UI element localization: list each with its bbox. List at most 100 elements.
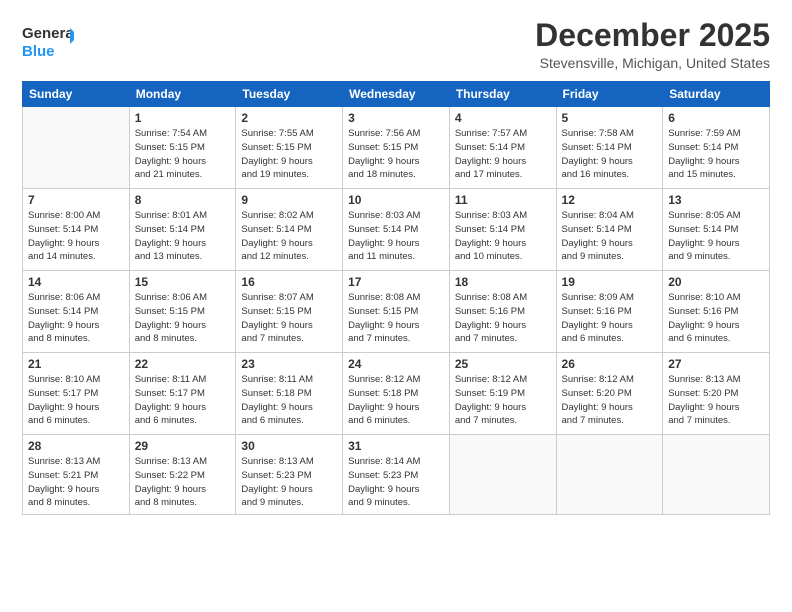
day-info: Sunrise: 8:12 AMSunset: 5:19 PMDaylight:… — [455, 373, 551, 428]
day-number: 20 — [668, 275, 764, 289]
day-number: 28 — [28, 439, 124, 453]
calendar-cell — [449, 435, 556, 515]
day-info: Sunrise: 8:13 AMSunset: 5:23 PMDaylight:… — [241, 455, 337, 510]
day-number: 9 — [241, 193, 337, 207]
calendar-cell: 7 Sunrise: 8:00 AMSunset: 5:14 PMDaylight… — [23, 189, 130, 271]
month-title: December 2025 — [535, 18, 770, 53]
calendar-cell: 14 Sunrise: 8:06 AMSunset: 5:14 PMDayligh… — [23, 271, 130, 353]
weekday-header-wednesday: Wednesday — [343, 82, 450, 107]
calendar-cell — [663, 435, 770, 515]
week-row-2: 7 Sunrise: 8:00 AMSunset: 5:14 PMDaylight… — [23, 189, 770, 271]
day-info: Sunrise: 8:12 AMSunset: 5:18 PMDaylight:… — [348, 373, 444, 428]
day-number: 19 — [562, 275, 658, 289]
calendar-cell: 24 Sunrise: 8:12 AMSunset: 5:18 PMDayligh… — [343, 353, 450, 435]
calendar-cell: 8 Sunrise: 8:01 AMSunset: 5:14 PMDaylight… — [129, 189, 236, 271]
day-number: 31 — [348, 439, 444, 453]
day-number: 24 — [348, 357, 444, 371]
day-info: Sunrise: 8:11 AMSunset: 5:17 PMDaylight:… — [135, 373, 231, 428]
day-info: Sunrise: 8:03 AMSunset: 5:14 PMDaylight:… — [348, 209, 444, 264]
week-row-3: 14 Sunrise: 8:06 AMSunset: 5:14 PMDayligh… — [23, 271, 770, 353]
day-info: Sunrise: 8:08 AMSunset: 5:16 PMDaylight:… — [455, 291, 551, 346]
calendar-cell: 31 Sunrise: 8:14 AMSunset: 5:23 PMDayligh… — [343, 435, 450, 515]
calendar-cell: 6Sunrise: 7:59 AMSunset: 5:14 PMDaylight… — [663, 107, 770, 189]
week-row-4: 21Sunrise: 8:10 AMSunset: 5:17 PMDayligh… — [23, 353, 770, 435]
calendar-cell: 12 Sunrise: 8:04 AMSunset: 5:14 PMDayligh… — [556, 189, 663, 271]
calendar-cell: 28Sunrise: 8:13 AMSunset: 5:21 PMDayligh… — [23, 435, 130, 515]
day-info: Sunrise: 8:10 AMSunset: 5:16 PMDaylight:… — [668, 291, 764, 346]
day-number: 3 — [348, 111, 444, 125]
day-number: 27 — [668, 357, 764, 371]
day-number: 1 — [135, 111, 231, 125]
location: Stevensville, Michigan, United States — [535, 55, 770, 71]
weekday-header-sunday: Sunday — [23, 82, 130, 107]
day-number: 23 — [241, 357, 337, 371]
calendar-cell: 15 Sunrise: 8:06 AMSunset: 5:15 PMDayligh… — [129, 271, 236, 353]
weekday-header-row: SundayMondayTuesdayWednesdayThursdayFrid… — [23, 82, 770, 107]
calendar-cell: 5 Sunrise: 7:58 AMSunset: 5:14 PMDaylight… — [556, 107, 663, 189]
weekday-header-friday: Friday — [556, 82, 663, 107]
day-info: Sunrise: 8:04 AMSunset: 5:14 PMDaylight:… — [562, 209, 658, 264]
weekday-header-saturday: Saturday — [663, 82, 770, 107]
calendar-cell: 23 Sunrise: 8:11 AMSunset: 5:18 PMDayligh… — [236, 353, 343, 435]
day-number: 4 — [455, 111, 551, 125]
day-number: 29 — [135, 439, 231, 453]
logo-svg: General Blue — [22, 22, 74, 64]
day-number: 11 — [455, 193, 551, 207]
day-number: 10 — [348, 193, 444, 207]
svg-text:Blue: Blue — [22, 43, 55, 60]
day-info: Sunrise: 8:07 AMSunset: 5:15 PMDaylight:… — [241, 291, 337, 346]
day-number: 26 — [562, 357, 658, 371]
day-number: 12 — [562, 193, 658, 207]
calendar-cell: 22Sunrise: 8:11 AMSunset: 5:17 PMDayligh… — [129, 353, 236, 435]
day-info: Sunrise: 8:13 AMSunset: 5:22 PMDaylight:… — [135, 455, 231, 510]
title-block: December 2025 Stevensville, Michigan, Un… — [535, 18, 770, 71]
day-number: 14 — [28, 275, 124, 289]
day-info: Sunrise: 8:06 AMSunset: 5:14 PMDaylight:… — [28, 291, 124, 346]
day-info: Sunrise: 7:56 AMSunset: 5:15 PMDaylight:… — [348, 127, 444, 182]
calendar-cell: 4 Sunrise: 7:57 AMSunset: 5:14 PMDaylight… — [449, 107, 556, 189]
calendar-cell: 2Sunrise: 7:55 AMSunset: 5:15 PMDaylight… — [236, 107, 343, 189]
calendar-cell: 21Sunrise: 8:10 AMSunset: 5:17 PMDayligh… — [23, 353, 130, 435]
day-info: Sunrise: 7:58 AMSunset: 5:14 PMDaylight:… — [562, 127, 658, 182]
day-number: 21 — [28, 357, 124, 371]
day-info: Sunrise: 8:05 AMSunset: 5:14 PMDaylight:… — [668, 209, 764, 264]
day-number: 17 — [348, 275, 444, 289]
calendar-cell: 3 Sunrise: 7:56 AMSunset: 5:15 PMDaylight… — [343, 107, 450, 189]
day-info: Sunrise: 8:14 AMSunset: 5:23 PMDaylight:… — [348, 455, 444, 510]
day-number: 18 — [455, 275, 551, 289]
calendar-cell: 11 Sunrise: 8:03 AMSunset: 5:14 PMDayligh… — [449, 189, 556, 271]
header: General Blue December 2025 Stevensville,… — [22, 18, 770, 71]
day-info: Sunrise: 8:13 AMSunset: 5:20 PMDaylight:… — [668, 373, 764, 428]
day-number: 5 — [562, 111, 658, 125]
calendar-cell: 30 Sunrise: 8:13 AMSunset: 5:23 PMDayligh… — [236, 435, 343, 515]
day-info: Sunrise: 7:55 AMSunset: 5:15 PMDaylight:… — [241, 127, 337, 182]
calendar-cell: 26 Sunrise: 8:12 AMSunset: 5:20 PMDayligh… — [556, 353, 663, 435]
day-info: Sunrise: 8:06 AMSunset: 5:15 PMDaylight:… — [135, 291, 231, 346]
day-info: Sunrise: 8:00 AMSunset: 5:14 PMDaylight:… — [28, 209, 124, 264]
calendar-cell: 25 Sunrise: 8:12 AMSunset: 5:19 PMDayligh… — [449, 353, 556, 435]
day-number: 7 — [28, 193, 124, 207]
day-info: Sunrise: 8:03 AMSunset: 5:14 PMDaylight:… — [455, 209, 551, 264]
day-number: 8 — [135, 193, 231, 207]
calendar: SundayMondayTuesdayWednesdayThursdayFrid… — [22, 81, 770, 515]
day-info: Sunrise: 8:08 AMSunset: 5:15 PMDaylight:… — [348, 291, 444, 346]
calendar-cell: 1 Sunrise: 7:54 AMSunset: 5:15 PMDaylight… — [129, 107, 236, 189]
weekday-header-tuesday: Tuesday — [236, 82, 343, 107]
day-info: Sunrise: 8:01 AMSunset: 5:14 PMDaylight:… — [135, 209, 231, 264]
day-number: 16 — [241, 275, 337, 289]
day-info: Sunrise: 7:57 AMSunset: 5:14 PMDaylight:… — [455, 127, 551, 182]
day-number: 15 — [135, 275, 231, 289]
calendar-cell: 18 Sunrise: 8:08 AMSunset: 5:16 PMDayligh… — [449, 271, 556, 353]
day-info: Sunrise: 8:11 AMSunset: 5:18 PMDaylight:… — [241, 373, 337, 428]
day-number: 30 — [241, 439, 337, 453]
day-info: Sunrise: 7:54 AMSunset: 5:15 PMDaylight:… — [135, 127, 231, 182]
week-row-1: 1 Sunrise: 7:54 AMSunset: 5:15 PMDaylight… — [23, 107, 770, 189]
calendar-cell: 13Sunrise: 8:05 AMSunset: 5:14 PMDayligh… — [663, 189, 770, 271]
day-info: Sunrise: 8:12 AMSunset: 5:20 PMDaylight:… — [562, 373, 658, 428]
page: General Blue December 2025 Stevensville,… — [0, 0, 792, 612]
calendar-cell: 10 Sunrise: 8:03 AMSunset: 5:14 PMDayligh… — [343, 189, 450, 271]
logo: General Blue — [22, 22, 74, 64]
svg-text:General: General — [22, 25, 74, 42]
weekday-header-monday: Monday — [129, 82, 236, 107]
day-number: 25 — [455, 357, 551, 371]
